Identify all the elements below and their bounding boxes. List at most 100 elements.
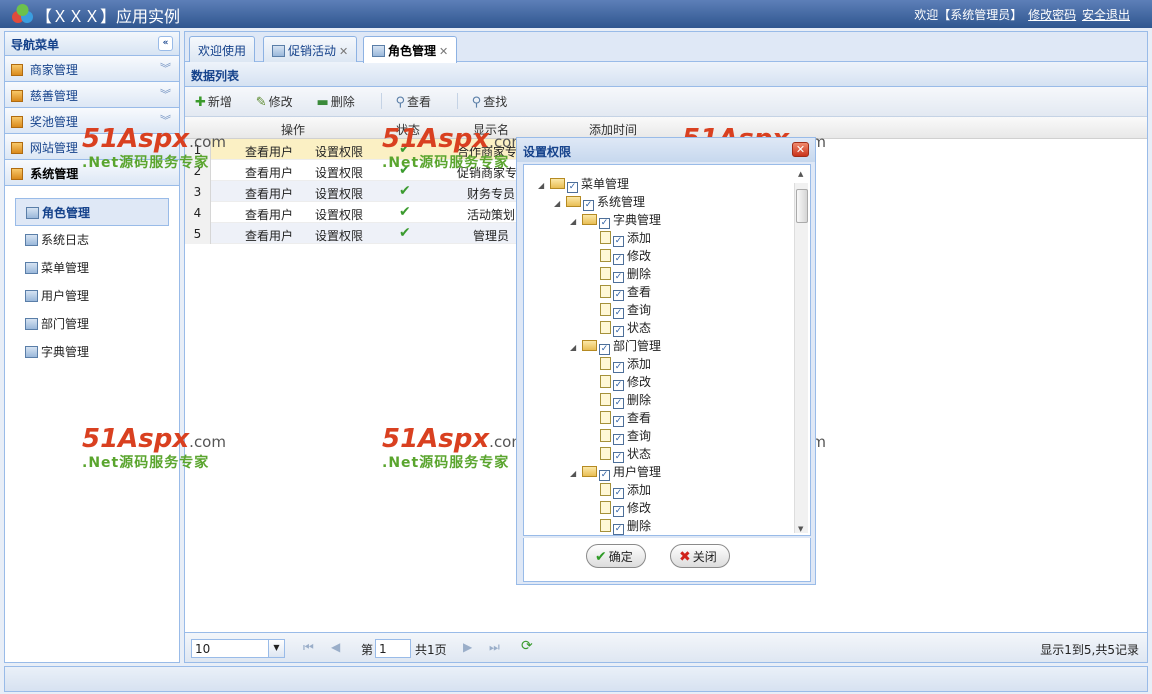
tree-checkbox[interactable]: ✓ <box>613 254 624 265</box>
page-size-select[interactable]: 10 ▼ <box>191 639 285 658</box>
tree-node[interactable]: ✓ 状态 <box>586 445 651 463</box>
collapse-left-icon[interactable]: « <box>158 36 173 51</box>
prev-page-icon[interactable]: ◀ <box>331 640 340 654</box>
next-page-icon[interactable]: ▶ <box>463 640 472 654</box>
set-permission-link[interactable]: 设置权限 <box>315 206 363 223</box>
set-permission-link[interactable]: 设置权限 <box>315 227 363 244</box>
accordion-charity[interactable]: 慈善管理 ︾ <box>5 82 179 108</box>
tab-role-management[interactable]: 角色管理 ✕ <box>363 36 458 63</box>
current-page-input[interactable]: 1 <box>375 639 411 658</box>
tree-node[interactable]: ✓ 添加 <box>586 355 651 373</box>
tree-node[interactable]: ◢ ✓ 用户管理 <box>570 463 661 481</box>
set-permission-link[interactable]: 设置权限 <box>315 185 363 202</box>
tree-node[interactable]: ✓ 查看 <box>586 283 651 301</box>
tree-expand-icon[interactable]: ◢ <box>570 343 580 352</box>
tree-checkbox[interactable]: ✓ <box>613 524 624 535</box>
view-users-link[interactable]: 查看用户 <box>245 164 293 181</box>
tree-checkbox[interactable]: ✓ <box>599 470 610 481</box>
tree-checkbox[interactable]: ✓ <box>613 236 624 247</box>
tree-node[interactable]: ◢ ✓ 菜单管理 <box>538 175 629 193</box>
accordion-system[interactable]: 系统管理 <box>5 160 179 186</box>
view-users-link[interactable]: 查看用户 <box>245 185 293 202</box>
tree-node[interactable]: ✓ 查看 <box>586 409 651 427</box>
scroll-thumb[interactable] <box>796 189 808 223</box>
scroll-down-icon[interactable]: ▼ <box>798 525 803 533</box>
tree-checkbox[interactable]: ✓ <box>613 434 624 445</box>
tree-checkbox[interactable]: ✓ <box>613 272 624 283</box>
tree-node[interactable]: ✓ 修改 <box>586 499 651 517</box>
tree-expand-icon[interactable]: ◢ <box>570 217 580 226</box>
tree-checkbox[interactable]: ✓ <box>599 344 610 355</box>
col-operation[interactable]: 操作 <box>213 121 373 138</box>
tree-node[interactable]: ✓ 修改 <box>586 247 651 265</box>
vertical-scrollbar[interactable]: ▲ ▼ <box>794 170 808 533</box>
submenu-menu-management[interactable]: 菜单管理 <box>15 254 169 282</box>
col-display-name[interactable]: 显示名 <box>443 121 539 138</box>
tree-checkbox[interactable]: ✓ <box>613 380 624 391</box>
edit-button[interactable]: ✎ 修改 <box>252 92 297 111</box>
view-users-link[interactable]: 查看用户 <box>245 227 293 244</box>
submenu-user-management[interactable]: 用户管理 <box>15 282 169 310</box>
close-icon[interactable]: ✕ <box>439 45 448 58</box>
tree-checkbox[interactable]: ✓ <box>613 452 624 463</box>
tree-checkbox[interactable]: ✓ <box>613 308 624 319</box>
change-password-link[interactable]: 修改密码 <box>1028 8 1076 22</box>
submenu-system-log[interactable]: 系统日志 <box>15 226 169 254</box>
dropdown-arrow-icon[interactable]: ▼ <box>268 640 284 657</box>
chevron-down-icon[interactable]: ︾ <box>160 86 171 102</box>
tree-node[interactable]: ◢ ✓ 字典管理 <box>570 211 661 229</box>
submenu-department-management[interactable]: 部门管理 <box>15 310 169 338</box>
tree-checkbox[interactable]: ✓ <box>613 362 624 373</box>
col-add-time[interactable]: 添加时间 <box>545 121 681 138</box>
tree-node[interactable]: ✓ 添加 <box>586 481 651 499</box>
set-permission-link[interactable]: 设置权限 <box>315 143 363 160</box>
logout-link[interactable]: 安全退出 <box>1082 8 1130 22</box>
tree-checkbox[interactable]: ✓ <box>613 398 624 409</box>
set-permission-link[interactable]: 设置权限 <box>315 164 363 181</box>
chevron-down-icon[interactable]: ︾ <box>160 112 171 128</box>
tree-node[interactable]: ✓ 修改 <box>586 373 651 391</box>
accordion-website[interactable]: 网站管理 <box>5 134 179 160</box>
tab-welcome[interactable]: 欢迎使用 <box>189 36 256 62</box>
tree-checkbox[interactable]: ✓ <box>613 326 624 337</box>
table-row[interactable]: 3 查看用户 设置权限 ✔ 财务专员 <box>185 181 548 202</box>
tree-expand-icon[interactable]: ◢ <box>538 181 548 190</box>
tree-node[interactable]: ◢ ✓ 部门管理 <box>570 337 661 355</box>
tree-checkbox[interactable]: ✓ <box>583 200 594 211</box>
ok-button[interactable]: ✔ 确定 <box>586 544 646 568</box>
dialog-titlebar[interactable]: 设置权限 ✕ <box>517 138 815 162</box>
tree-node[interactable]: ◢ ✓ 系统管理 <box>554 193 645 211</box>
add-button[interactable]: ✚ 新增 <box>191 92 236 111</box>
tree-node[interactable]: ✓ 查询 <box>586 427 651 445</box>
accordion-jackpot[interactable]: 奖池管理 ︾ <box>5 108 179 134</box>
tree-node[interactable]: ✓ 删除 <box>586 391 651 409</box>
close-button[interactable]: ✖ 关闭 <box>670 544 730 568</box>
tree-node[interactable]: ✓ 删除 <box>586 517 651 535</box>
submenu-role-management[interactable]: 角色管理 <box>15 198 169 226</box>
close-icon[interactable]: ✕ <box>792 142 809 157</box>
accordion-merchant[interactable]: 商家管理 ︾ <box>5 56 179 82</box>
tree-expand-icon[interactable]: ◢ <box>554 199 564 208</box>
tree-checkbox[interactable]: ✓ <box>567 182 578 193</box>
last-page-icon[interactable]: ⏭ <box>489 640 500 655</box>
view-users-link[interactable]: 查看用户 <box>245 206 293 223</box>
table-row[interactable]: 1 查看用户 设置权限 ✔ 合作商家专 <box>185 139 548 160</box>
tree-node[interactable]: ✓ 状态 <box>586 319 651 337</box>
tree-node[interactable]: ✓ 查询 <box>586 301 651 319</box>
submenu-dictionary-management[interactable]: 字典管理 <box>15 338 169 366</box>
search-button[interactable]: ⚲ 查找 <box>468 92 512 111</box>
view-button[interactable]: ⚲ 查看 <box>391 92 435 111</box>
chevron-down-icon[interactable]: ︾ <box>160 60 171 76</box>
table-row[interactable]: 5 查看用户 设置权限 ✔ 管理员 <box>185 223 548 244</box>
tree-checkbox[interactable]: ✓ <box>613 416 624 427</box>
scroll-up-icon[interactable]: ▲ <box>798 170 803 178</box>
tree-checkbox[interactable]: ✓ <box>599 218 610 229</box>
delete-button[interactable]: ▬ 删除 <box>313 92 359 111</box>
tab-promotion[interactable]: 促销活动 ✕ <box>263 36 358 62</box>
tree-checkbox[interactable]: ✓ <box>613 290 624 301</box>
table-row[interactable]: 4 查看用户 设置权限 ✔ 活动策划 <box>185 202 548 223</box>
close-icon[interactable]: ✕ <box>339 45 348 58</box>
refresh-icon[interactable]: ⟳ <box>521 638 533 654</box>
first-page-icon[interactable]: ⏮ <box>303 640 314 655</box>
tree-checkbox[interactable]: ✓ <box>613 488 624 499</box>
